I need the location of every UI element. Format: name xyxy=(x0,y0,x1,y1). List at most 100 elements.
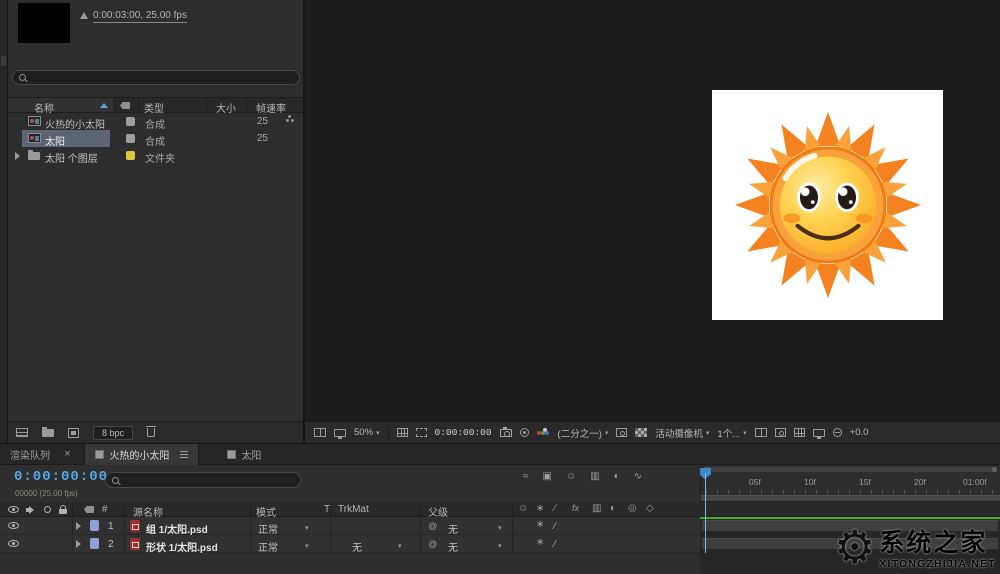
lock-column-icon[interactable] xyxy=(59,509,67,514)
transparency-grid-icon[interactable] xyxy=(635,428,647,437)
project-item-row[interactable]: 太阳 个图层 文件夹 xyxy=(8,147,303,164)
timeline-search-input[interactable] xyxy=(105,472,301,488)
layer-name[interactable]: 组 1/太阳.psd xyxy=(146,521,208,536)
tab-menu-icon[interactable] xyxy=(180,454,188,455)
graph-editor-icon[interactable]: ∿ xyxy=(634,472,642,482)
fx-switch-icon[interactable]: fx xyxy=(572,504,579,513)
quality-switch[interactable]: ∕ xyxy=(554,539,556,550)
current-timecode[interactable]: 0:00:00:00 xyxy=(14,469,108,485)
eye-icon[interactable] xyxy=(8,540,19,547)
collapse-switch-icon[interactable]: ∗ xyxy=(536,504,544,514)
chevron-down-icon[interactable] xyxy=(498,522,502,533)
expand-arrow-icon[interactable] xyxy=(15,152,20,160)
tab-label: 火热的小太阳 xyxy=(109,447,169,462)
fast-preview-icon[interactable] xyxy=(775,428,786,437)
tab-render-queue[interactable]: 渲染队列 xyxy=(0,444,60,465)
video-column-icon[interactable] xyxy=(8,506,19,513)
tab-active-composition[interactable]: 火热的小太阳 xyxy=(84,444,199,465)
show-snapshot-icon[interactable] xyxy=(520,428,529,437)
quality-switch[interactable]: ∕ xyxy=(554,521,556,532)
quality-switch-icon[interactable]: ∕ xyxy=(554,504,556,514)
tab-composition-2[interactable]: 太阳 xyxy=(217,444,271,465)
chevron-down-icon[interactable] xyxy=(305,522,309,533)
blend-mode-select[interactable]: 正常 xyxy=(258,521,278,536)
column-trkmat[interactable]: TrkMat xyxy=(338,504,369,515)
mini-flowchart-icon[interactable]: ≈ xyxy=(523,472,529,482)
pickwhip-icon[interactable] xyxy=(428,539,437,549)
solo-column-icon[interactable] xyxy=(44,506,51,513)
ruler-label: 01:00f xyxy=(963,477,987,487)
eye-icon[interactable] xyxy=(8,522,19,529)
draft-3d-icon[interactable]: ▣ xyxy=(543,472,552,482)
motion-blur-icon[interactable]: ◐ xyxy=(614,472,620,482)
preview-timecode[interactable]: 0:00:00:00 xyxy=(435,427,492,438)
3d-switch-icon[interactable]: ◇ xyxy=(646,504,654,514)
delete-icon[interactable] xyxy=(147,428,155,437)
project-search-input[interactable] xyxy=(12,70,300,85)
collapse-switch[interactable]: ∗ xyxy=(536,538,544,548)
label-color-chip[interactable] xyxy=(126,134,135,143)
project-item-row-selected[interactable]: 太阳 合成 25 xyxy=(8,130,303,147)
motion-blur-switch-icon[interactable]: ◐ xyxy=(610,504,616,514)
exposure-value[interactable]: +0.0 xyxy=(850,427,869,438)
shy-switch-icon[interactable]: ☺ xyxy=(518,504,528,514)
blend-mode-select[interactable]: 正常 xyxy=(258,539,278,554)
close-icon[interactable] xyxy=(64,449,70,460)
layer-label-chip[interactable] xyxy=(90,520,99,531)
column-index[interactable]: # xyxy=(102,504,108,515)
work-area-bar[interactable] xyxy=(701,495,1000,501)
bit-depth-button[interactable]: 8 bpc xyxy=(93,426,133,440)
interpret-footage-icon[interactable] xyxy=(16,428,28,437)
label-column-icon[interactable] xyxy=(84,506,94,513)
audio-column-icon[interactable] xyxy=(26,506,35,514)
time-navigator[interactable] xyxy=(704,467,997,472)
expand-arrow-icon[interactable] xyxy=(76,540,81,548)
new-composition-icon[interactable] xyxy=(68,428,79,438)
pickwhip-icon[interactable] xyxy=(428,521,437,531)
time-ruler[interactable]: 05f 10f 15f 20f 01:00f xyxy=(700,465,1000,502)
magnification-value: 50% xyxy=(354,427,373,438)
item-name[interactable]: 太阳 xyxy=(45,133,65,148)
psd-file-icon xyxy=(130,520,140,532)
chevron-down-icon[interactable] xyxy=(498,540,502,551)
view-count-select[interactable]: 1个... xyxy=(717,426,746,440)
trkmat-select[interactable]: 无 xyxy=(352,539,362,554)
layer-name[interactable]: 形状 1/太阳.psd xyxy=(146,539,218,554)
parent-select[interactable]: 无 xyxy=(448,521,458,536)
viewer-toolbar: 50% 0:00:00:00 (二分之一) 活动摄像机 1个... xyxy=(305,421,1000,443)
label-color-chip[interactable] xyxy=(126,151,135,160)
adjustment-switch-icon[interactable]: ◎ xyxy=(628,504,637,514)
project-item-row[interactable]: 火热的小太阳 合成 25 xyxy=(8,113,303,130)
resolution-select[interactable]: (二分之一) xyxy=(558,426,609,440)
magnification-select[interactable]: 50% xyxy=(354,427,380,438)
playhead-line[interactable] xyxy=(705,473,706,553)
composition-canvas[interactable] xyxy=(712,90,943,320)
reset-exposure-icon[interactable] xyxy=(833,428,842,437)
new-folder-icon[interactable] xyxy=(42,429,54,437)
label-column-icon[interactable] xyxy=(120,102,130,109)
layer-label-chip[interactable] xyxy=(90,538,99,549)
frame-blend-switch-icon[interactable]: ▥ xyxy=(592,504,601,514)
hide-shy-layers-icon[interactable]: ☺ xyxy=(566,472,576,482)
mask-visibility-icon[interactable] xyxy=(416,428,427,437)
camera-select[interactable]: 活动摄像机 xyxy=(655,426,709,440)
column-divider xyxy=(512,502,513,553)
label-color-chip[interactable] xyxy=(126,117,135,126)
monitor-icon[interactable] xyxy=(334,429,346,437)
item-name[interactable]: 太阳 个图层 xyxy=(45,150,98,165)
region-of-interest-icon[interactable] xyxy=(616,428,627,437)
channels-icon[interactable] xyxy=(537,431,541,435)
comp-flow-icon[interactable] xyxy=(813,429,825,437)
chevron-down-icon[interactable] xyxy=(305,540,309,551)
chevron-down-icon[interactable] xyxy=(398,540,402,551)
item-name[interactable]: 火热的小太阳 xyxy=(45,116,105,131)
frame-blending-icon[interactable]: ▥ xyxy=(590,472,599,482)
parent-select[interactable]: 无 xyxy=(448,539,458,554)
view-layout-icon[interactable] xyxy=(314,428,326,437)
pixel-aspect-icon[interactable] xyxy=(755,428,767,437)
collapse-switch[interactable]: ∗ xyxy=(536,520,544,530)
grid-options-icon[interactable] xyxy=(397,428,408,437)
expand-arrow-icon[interactable] xyxy=(76,522,81,530)
snapshot-camera-icon[interactable] xyxy=(500,429,512,437)
timeline-button-icon[interactable] xyxy=(794,428,805,437)
